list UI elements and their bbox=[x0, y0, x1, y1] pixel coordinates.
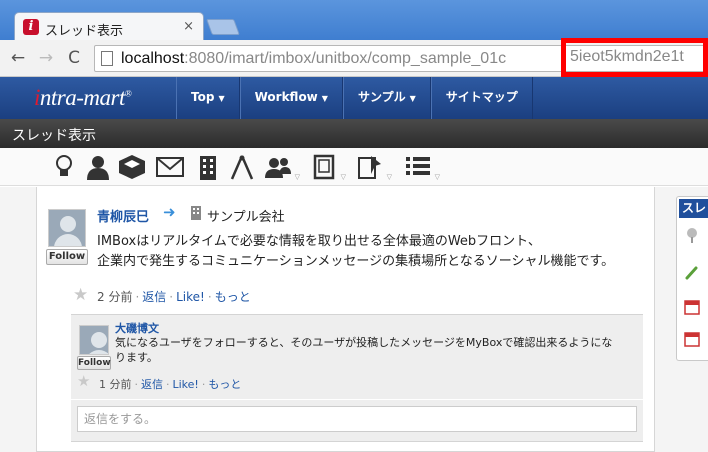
post-author[interactable]: 青柳辰巳 bbox=[97, 206, 149, 225]
url-path: :8080/imart/imbox/unitbox/comp_sample_01… bbox=[184, 50, 507, 67]
reply-author[interactable]: 大磯博文 bbox=[115, 320, 159, 336]
calendar-icon[interactable] bbox=[683, 331, 701, 349]
star-icon[interactable]: ★ bbox=[73, 285, 88, 305]
separator: · bbox=[207, 290, 212, 304]
separator: · bbox=[169, 290, 174, 304]
post-time: 2 分前 bbox=[97, 290, 133, 304]
separator: · bbox=[166, 378, 170, 391]
menu-workflow[interactable]: Workflow ▼ bbox=[239, 77, 343, 119]
avatar[interactable] bbox=[79, 325, 109, 355]
building-icon bbox=[190, 205, 202, 224]
user-icon[interactable] bbox=[84, 154, 112, 180]
separator: · bbox=[134, 378, 139, 391]
post-actions: 2 分前 · 返信 · Like! · もっと bbox=[97, 288, 251, 305]
tab-close-icon[interactable]: × bbox=[183, 19, 194, 34]
logo-text: ntra-mart bbox=[39, 85, 125, 110]
document-icon[interactable]: ▽ bbox=[310, 154, 346, 181]
page-title: スレッド表示 bbox=[12, 128, 96, 144]
reply-link[interactable]: 返信 bbox=[142, 290, 166, 304]
compass-icon[interactable] bbox=[228, 154, 256, 180]
calendar-icon[interactable] bbox=[683, 299, 701, 317]
browser-tab[interactable]: i スレッド表示 × bbox=[14, 12, 204, 40]
reply-link[interactable]: 返信 bbox=[141, 378, 163, 391]
content-area: Follow 青柳辰巳 ➜ サンプル会社 IMBoxはリアルタイムで必要な情報を… bbox=[0, 187, 708, 452]
arrow-right-icon: ➜ bbox=[163, 203, 176, 221]
app-header: intra-mart® Top ▼ Workflow ▼ サンプル ▼ サイトマップ bbox=[0, 77, 708, 119]
menu-sitemap-label: サイトマップ bbox=[445, 90, 518, 104]
menu-sitemap[interactable]: サイトマップ bbox=[430, 77, 533, 119]
like-link[interactable]: Like! bbox=[173, 378, 199, 391]
address-bar-url: localhost:8080/imart/imbox/unitbox/comp_… bbox=[121, 50, 506, 68]
post-message-line1: IMBoxはリアルタイムで必要な情報を取り出せる全体最適のWebフロント、 bbox=[97, 234, 541, 249]
cube-icon[interactable] bbox=[118, 154, 146, 180]
list-icon[interactable]: ▽ bbox=[404, 154, 440, 181]
menu-top[interactable]: Top ▼ bbox=[176, 77, 240, 119]
menu-workflow-label: Workflow bbox=[254, 90, 318, 104]
users-icon[interactable]: ▽ bbox=[264, 154, 300, 181]
thread-card: Follow 青柳辰巳 ➜ サンプル会社 IMBoxはリアルタイムで必要な情報を… bbox=[36, 187, 655, 452]
reply-item: Follow 大磯博文 気になるユーザをフォローすると、そのユーザが投稿したメッ… bbox=[71, 314, 643, 399]
reload-icon[interactable]: C bbox=[64, 48, 84, 68]
imbox-icon-toolbar: ▽ ▽ ▽ ▽ bbox=[0, 148, 708, 186]
thread-side-panel: スレ bbox=[676, 196, 708, 361]
menu-sample-label: サンプル bbox=[357, 90, 406, 104]
logo-registered-mark: ® bbox=[124, 88, 132, 99]
building-icon[interactable] bbox=[194, 154, 222, 180]
menu-top-label: Top bbox=[191, 90, 215, 104]
reply-time: 1 分前 bbox=[99, 378, 132, 391]
caret-down-icon: ▼ bbox=[218, 94, 225, 103]
separator: · bbox=[201, 378, 206, 391]
reply-input[interactable] bbox=[77, 406, 637, 432]
star-icon[interactable]: ★ bbox=[77, 372, 90, 390]
post-group[interactable]: サンプル会社 bbox=[207, 206, 285, 225]
back-arrow-icon[interactable]: ← bbox=[8, 48, 28, 68]
url-highlight-text: 5ieot5kmdn2e1t bbox=[570, 48, 684, 65]
new-tab-button[interactable] bbox=[206, 19, 240, 35]
side-panel-header: スレ bbox=[679, 199, 708, 218]
lightbulb-icon[interactable] bbox=[50, 154, 78, 180]
intra-mart-logo[interactable]: intra-mart® bbox=[34, 85, 132, 111]
separator: · bbox=[135, 290, 140, 304]
url-highlight-box: 5ieot5kmdn2e1t bbox=[561, 38, 708, 77]
paperclip-icon[interactable] bbox=[683, 265, 701, 283]
like-link[interactable]: Like! bbox=[176, 290, 205, 304]
browser-tab-strip: i スレッド表示 × bbox=[0, 0, 708, 40]
page-title-bar: スレッド表示 bbox=[0, 119, 708, 148]
global-menu: Top ▼ Workflow ▼ サンプル ▼ サイトマップ bbox=[176, 77, 533, 119]
forward-arrow-icon[interactable]: → bbox=[36, 48, 56, 68]
reply-actions: 1 分前 · 返信 · Like! · もっと bbox=[99, 376, 241, 392]
menu-sample[interactable]: サンプル ▼ bbox=[342, 77, 431, 119]
page-icon bbox=[101, 51, 113, 66]
caret-down-icon: ▼ bbox=[321, 94, 328, 103]
follow-button[interactable]: Follow bbox=[77, 356, 111, 370]
mail-icon[interactable] bbox=[156, 154, 184, 180]
more-link[interactable]: もっと bbox=[215, 290, 251, 304]
pin-icon[interactable]: ▽ bbox=[356, 154, 392, 181]
pin-icon[interactable] bbox=[683, 227, 701, 245]
intramart-favicon-icon: i bbox=[23, 19, 39, 35]
follow-button[interactable]: Follow bbox=[46, 249, 88, 265]
reply-message: 気になるユーザをフォローすると、そのユーザが投稿したメッセージをMyBoxで確認… bbox=[115, 336, 613, 364]
post-message-line2: 企業内で発生するコミュニケーションメッセージの集積場所となるソーシャル機能です。 bbox=[97, 254, 615, 269]
url-host: localhost bbox=[121, 50, 185, 67]
caret-down-icon: ▼ bbox=[409, 94, 416, 103]
avatar[interactable] bbox=[48, 209, 86, 247]
more-link[interactable]: もっと bbox=[208, 378, 241, 391]
reply-form bbox=[71, 400, 643, 442]
browser-tab-title: スレッド表示 bbox=[45, 24, 124, 39]
